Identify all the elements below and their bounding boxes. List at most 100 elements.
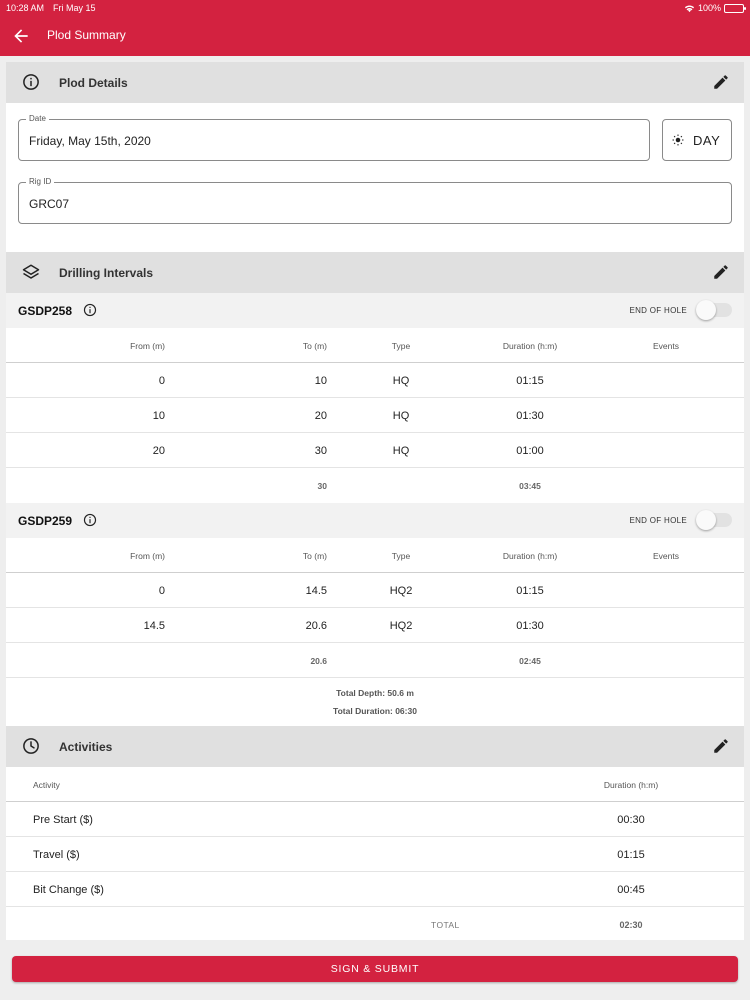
plod-details-header: Plod Details — [6, 62, 744, 103]
arrow-left-icon[interactable] — [10, 26, 32, 46]
table-row[interactable]: 20 30 HQ 01:00 — [6, 433, 744, 468]
total-duration: 02:45 — [519, 656, 541, 666]
sun-icon — [672, 134, 684, 146]
date-value: Friday, May 15th, 2020 — [29, 134, 151, 148]
type-cell: HQ2 — [389, 585, 413, 597]
type-cell: HQ — [392, 410, 410, 422]
to-cell: 30 — [314, 445, 327, 457]
duration-cell: 01:15 — [516, 585, 544, 597]
activities-table-header: Activity Duration (h:m) — [6, 767, 744, 802]
status-right: 100% — [684, 3, 746, 13]
info-circle-icon[interactable] — [83, 303, 97, 317]
table-header: From (m) To (m) Type Duration (h:m) Even… — [6, 538, 744, 573]
activity-row[interactable]: Travel ($) 01:15 — [6, 837, 744, 872]
table-row[interactable]: 0 14.5 HQ2 01:15 — [6, 573, 744, 608]
activities-header: Activities — [6, 726, 744, 767]
total-duration: 03:45 — [519, 481, 541, 491]
activities-total-label: TOTAL — [431, 920, 460, 930]
status-time: 10:28 AM — [6, 3, 45, 13]
rig-id-value: GRC07 — [29, 197, 70, 211]
col-events: Events — [653, 341, 679, 351]
hole-total-row: 20.6 02:45 — [6, 643, 744, 678]
info-circle-icon — [23, 74, 39, 90]
type-cell: HQ2 — [389, 620, 413, 632]
table-row[interactable]: 10 20 HQ 01:30 — [6, 398, 744, 433]
activities-title: Activities — [59, 740, 113, 754]
wifi-icon — [684, 4, 695, 12]
table-header: From (m) To (m) Type Duration (h:m) Even… — [6, 328, 744, 363]
hole-header: GSDP259 END OF HOLE — [6, 503, 744, 538]
end-of-hole-toggle[interactable] — [696, 300, 732, 320]
from-cell: 14.5 — [143, 620, 165, 632]
shift-button[interactable]: DAY — [662, 119, 732, 161]
col-events: Events — [653, 551, 679, 561]
activity-duration: 01:15 — [617, 849, 645, 861]
activity-duration: 00:45 — [617, 884, 645, 896]
hole-name: GSDP258 — [18, 304, 73, 318]
activity-row[interactable]: Pre Start ($) 00:30 — [6, 802, 744, 837]
from-cell: 20 — [152, 445, 165, 457]
type-cell: HQ — [392, 445, 410, 457]
col-duration: Duration (h:m) — [502, 341, 558, 351]
hole-total-row: 30 03:45 — [6, 468, 744, 503]
pencil-icon[interactable] — [712, 737, 730, 755]
from-cell: 0 — [158, 585, 165, 597]
end-of-hole-toggle[interactable] — [696, 510, 732, 530]
col-type: Type — [391, 551, 411, 561]
end-of-hole-label: END OF HOLE — [629, 306, 687, 315]
table-row[interactable]: 14.5 20.6 HQ2 01:30 — [6, 608, 744, 643]
drilling-intervals-title: Drilling Intervals — [59, 266, 154, 280]
to-cell: 14.5 — [305, 585, 327, 597]
from-cell: 0 — [158, 375, 165, 387]
activity-row[interactable]: Bit Change ($) 00:45 — [6, 872, 744, 907]
hole-header: GSDP258 END OF HOLE — [6, 293, 744, 328]
activities-total-row: TOTAL 02:30 — [6, 907, 744, 940]
drilling-intervals-header: Drilling Intervals — [6, 252, 744, 293]
hole-name: GSDP259 — [18, 514, 73, 528]
total-duration-summary: Total Duration: 06:30 — [333, 706, 417, 716]
pencil-icon[interactable] — [712, 263, 730, 281]
page-title: Plod Summary — [47, 28, 126, 42]
pencil-icon[interactable] — [712, 73, 730, 91]
col-activity-duration: Duration (h:m) — [603, 780, 659, 790]
plod-details-card: Date Friday, May 15th, 2020 DAY Rig ID G… — [6, 103, 744, 252]
layers-icon — [22, 264, 40, 279]
from-cell: 10 — [152, 410, 165, 422]
total-to: 30 — [317, 481, 327, 491]
total-to: 20.6 — [310, 656, 327, 666]
col-duration: Duration (h:m) — [502, 551, 558, 561]
rig-id-label: Rig ID — [26, 177, 55, 186]
duration-cell: 01:00 — [516, 445, 544, 457]
to-cell: 20 — [314, 410, 327, 422]
to-cell: 20.6 — [305, 620, 327, 632]
sign-submit-button[interactable]: SIGN & SUBMIT — [12, 956, 738, 982]
col-type: Type — [391, 341, 411, 351]
date-field[interactable]: Date Friday, May 15th, 2020 — [18, 114, 650, 161]
shift-label: DAY — [693, 133, 721, 148]
type-cell: HQ — [392, 375, 410, 387]
duration-cell: 01:15 — [516, 375, 544, 387]
battery-icon — [724, 3, 746, 13]
activity-duration: 00:30 — [617, 814, 645, 826]
clock-icon — [23, 738, 39, 754]
col-from: From (m) — [130, 341, 165, 351]
total-depth: Total Depth: 50.6 m — [336, 688, 414, 698]
status-date: Fri May 15 — [53, 3, 96, 13]
activity-name: Pre Start ($) — [33, 814, 93, 826]
col-to: To (m) — [302, 551, 327, 561]
activity-name: Travel ($) — [33, 849, 80, 861]
duration-cell: 01:30 — [516, 410, 544, 422]
col-to: To (m) — [302, 341, 327, 351]
app-bar: 10:28 AM Fri May 15 100% Plod Summary — [0, 0, 750, 56]
status-bar: 10:28 AM Fri May 15 100% — [0, 0, 750, 16]
activity-name: Bit Change ($) — [33, 884, 104, 896]
to-cell: 10 — [314, 375, 327, 387]
activities-total-duration: 02:30 — [619, 920, 643, 930]
info-circle-icon[interactable] — [83, 513, 97, 527]
rig-id-field[interactable]: Rig ID GRC07 — [18, 177, 732, 224]
col-from: From (m) — [130, 551, 165, 561]
battery-percent: 100% — [697, 3, 721, 13]
duration-cell: 01:30 — [516, 620, 544, 632]
intervals-summary: Total Depth: 50.6 m Total Duration: 06:3… — [6, 678, 744, 726]
table-row[interactable]: 0 10 HQ 01:15 — [6, 363, 744, 398]
